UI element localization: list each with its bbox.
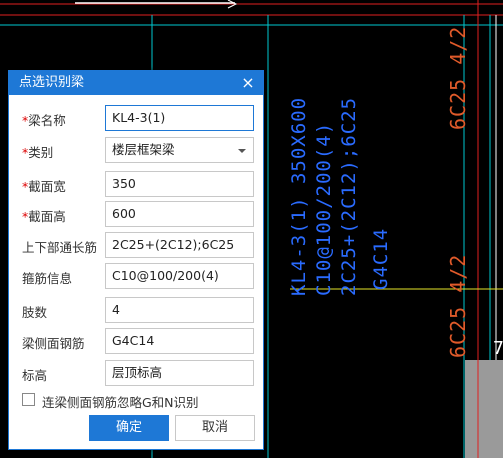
- category-select[interactable]: 楼层框架梁: [105, 137, 254, 163]
- elevation-label: 标高: [22, 368, 48, 383]
- section-height-input[interactable]: 600: [105, 201, 254, 227]
- cad-beam-annotation-line-2[interactable]: C10@100/200(4): [313, 122, 335, 296]
- longitudinal-rebar-label: 上下部通长筋: [22, 240, 98, 255]
- cad-beam-annotation-line-4[interactable]: G4C14: [370, 228, 392, 290]
- category-label: 类别: [28, 145, 54, 160]
- cad-column-block: [465, 360, 503, 458]
- field-row-section-width: *截面宽 350: [9, 171, 263, 197]
- cancel-button[interactable]: 取消: [175, 415, 255, 441]
- beam-name-label: 梁名称: [28, 113, 66, 128]
- field-row-legs: 肢数 4: [9, 297, 263, 323]
- side-rebar-label: 梁侧面钢筋: [22, 336, 85, 351]
- stirrup-label: 箍筋信息: [22, 271, 73, 286]
- section-height-label: 截面高: [28, 209, 66, 224]
- field-row-side-rebar: 梁侧面钢筋 G4C14: [9, 328, 263, 354]
- ignore-gn-checkbox-label[interactable]: 连梁侧面钢筋忽略G和N识别: [42, 392, 199, 411]
- field-row-category: *类别 楼层框架梁: [9, 137, 263, 163]
- field-row-section-height: *截面高 600: [9, 201, 263, 227]
- section-width-label: 截面宽: [28, 179, 66, 194]
- ignore-gn-checkbox[interactable]: [22, 393, 35, 406]
- chevron-down-icon: [238, 149, 246, 153]
- cad-orange-annotation-top[interactable]: 6C25 4/2: [446, 26, 470, 130]
- close-icon[interactable]: ×: [241, 71, 255, 95]
- cad-beam-annotation-line-1[interactable]: KL4-3(1) 350X600: [288, 97, 310, 296]
- section-width-input[interactable]: 350: [105, 171, 254, 197]
- field-row-elevation: 标高 层顶标高: [9, 360, 263, 386]
- field-row-beam-name: *梁名称 KL4-3(1): [9, 105, 263, 131]
- confirm-button[interactable]: 确定: [89, 415, 169, 441]
- cad-orange-annotation-bottom[interactable]: 6C25 4/2: [446, 254, 470, 358]
- beam-name-input[interactable]: KL4-3(1): [105, 105, 254, 131]
- stirrup-input[interactable]: C10@100/200(4): [105, 263, 254, 289]
- field-row-stirrup: 箍筋信息 C10@100/200(4): [9, 263, 263, 289]
- cad-beam-annotation-line-3[interactable]: 2C25+(2C12);6C25: [338, 97, 360, 296]
- elevation-input[interactable]: 层顶标高: [105, 360, 254, 386]
- category-selected-value: 楼层框架梁: [112, 142, 175, 157]
- longitudinal-rebar-input[interactable]: 2C25+(2C12);6C25: [105, 232, 254, 258]
- side-rebar-input[interactable]: G4C14: [105, 328, 254, 354]
- dialog-title-bar[interactable]: 点选识别梁 ×: [9, 71, 263, 95]
- legs-input[interactable]: 4: [105, 297, 254, 323]
- cad-edge-glyph: 7: [493, 338, 503, 359]
- legs-label: 肢数: [22, 305, 48, 320]
- field-row-longitudinal-rebar: 上下部通长筋 2C25+(2C12);6C25: [9, 232, 263, 258]
- identify-beam-dialog: 点选识别梁 × *梁名称 KL4-3(1) *类别 楼层框架梁 *截面宽 350…: [8, 70, 264, 450]
- dialog-title: 点选识别梁: [19, 75, 85, 90]
